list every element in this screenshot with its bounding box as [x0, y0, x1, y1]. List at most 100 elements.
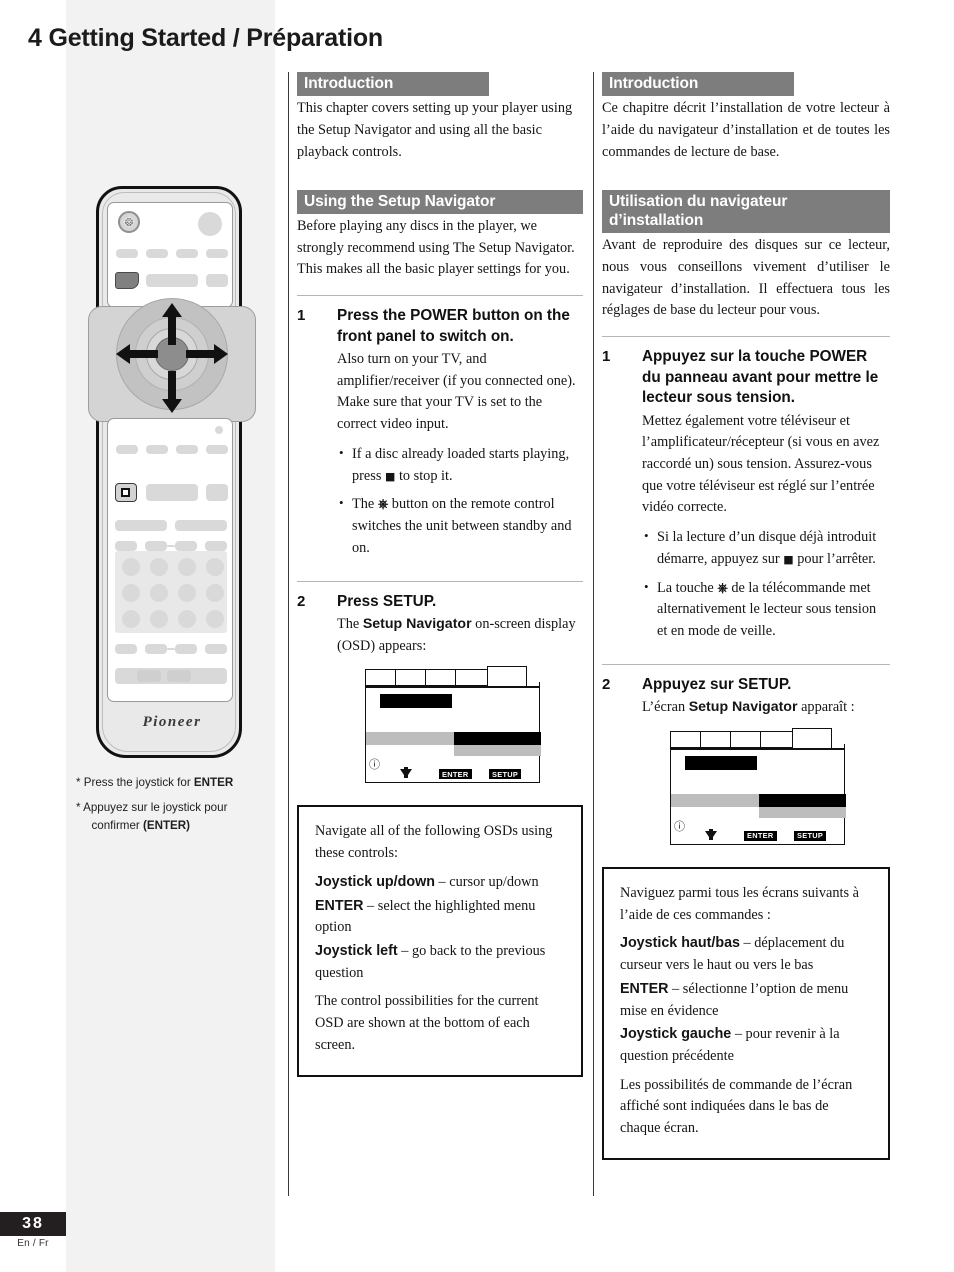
osd-setup-key: SETUP [794, 830, 827, 841]
remote-key [205, 644, 227, 654]
remote-number-key [178, 584, 196, 602]
remote-key [146, 445, 168, 454]
remote-key [145, 541, 167, 551]
remote-key-wide [115, 520, 167, 531]
pioneer-logo: Pioneer [142, 714, 202, 730]
setup-navigator-term: Setup Navigator [362, 615, 472, 632]
step-text: The Setup Navigator on-screen display (O… [337, 615, 576, 654]
info-box-item: ENTER – sélectionne l’option de menu mis… [620, 980, 849, 1019]
intro-text-fr: Ce chapitre décrit l’installation de vot… [602, 100, 890, 160]
osd-screenshot-en: ⓘ ENTER SETUP [365, 666, 543, 791]
step-title: Press the POWER button on the front pane… [337, 307, 570, 345]
remote-number-key [150, 610, 168, 628]
joystick-down-arrow-icon [162, 371, 182, 413]
remote-indicator-dot [215, 426, 223, 434]
remote-open-close-key [198, 212, 222, 236]
osd-tab [700, 731, 730, 748]
setup-text-fr: Avant de reproduire des disques sur ce l… [602, 237, 890, 319]
remote-number-key [178, 610, 196, 628]
step-bullets: If a disc already loaded starts playing,… [337, 443, 583, 560]
step-rule [297, 580, 583, 582]
step-text: Mettez également votre téléviseur et l’a… [642, 412, 880, 516]
remote-number-key [122, 610, 140, 628]
page-number: 38 [0, 1212, 66, 1236]
osd-row-selected [759, 794, 846, 807]
navigation-info-box-fr: Naviguez parmi tous les écrans suivants … [602, 867, 890, 1160]
joystick-left-arrow-icon [116, 344, 158, 364]
step-1-en: 1 Press the POWER button on the front pa… [297, 306, 583, 566]
remote-key-link [167, 545, 175, 547]
step-title: Appuyez sur la touche POWER du panneau a… [642, 348, 879, 407]
column-divider-left [288, 72, 289, 1196]
info-box-closing: The control possibilities for the curren… [315, 993, 539, 1053]
info-box-intro: Navigate all of the following OSDs using… [315, 823, 553, 862]
remote-key [176, 249, 198, 258]
power-standby-icon: ⎈ [717, 580, 728, 596]
remote-key [137, 670, 161, 682]
remote-number-key [206, 610, 224, 628]
osd-title-bar [685, 756, 757, 770]
osd-enter-key: ENTER [744, 830, 777, 841]
power-standby-icon: ⎈ [377, 497, 389, 513]
osd-screenshot-fr: ⓘ ENTER SETUP [670, 728, 848, 853]
step-rule [602, 663, 890, 665]
enter-label-fr: (ENTER) [143, 818, 191, 832]
info-box-item: ENTER – select the highlighted menu opti… [315, 897, 536, 936]
step-rule [297, 295, 583, 297]
step-number: 2 [602, 675, 611, 693]
remote-key [116, 249, 138, 258]
step-text: L’écran Setup Navigator apparaît : [642, 699, 855, 716]
remote-key [206, 249, 228, 258]
step-2-fr: 2 Appuyez sur SETUP. L’écran Setup Navig… [602, 675, 890, 719]
remote-key-wide [146, 274, 198, 287]
remote-play-key [146, 484, 198, 501]
intro-text-en: This chapter covers setting up your play… [297, 100, 573, 160]
info-box-item: Joystick left – go back to the previous … [315, 943, 546, 981]
remote-key [206, 274, 228, 287]
osd-cursor-icon [400, 767, 412, 779]
stop-square-icon: ■ [783, 552, 794, 566]
navigation-info-box-en: Navigate all of the following OSDs using… [297, 805, 583, 1077]
step-bullets: Si la lecture d’un disque déjà introduit… [642, 526, 890, 643]
remote-number-key [122, 558, 140, 576]
remote-number-key [150, 558, 168, 576]
osd-tab [425, 669, 455, 687]
osd-tab [670, 731, 700, 748]
page-title: 4 Getting Started / Préparation [28, 24, 383, 52]
osd-tab-active [792, 728, 832, 749]
info-term: ENTER [315, 897, 364, 914]
remote-key [206, 445, 228, 454]
joystick-up-arrow-icon [162, 303, 182, 345]
step-title: Appuyez sur SETUP. [642, 675, 792, 693]
osd-screen-body: ⓘ ENTER SETUP [365, 686, 541, 784]
remote-key [175, 541, 197, 551]
remote-number-key [206, 584, 224, 602]
remote-stop-button [115, 483, 137, 502]
osd-tab-active [487, 666, 527, 688]
bullet-item: Si la lecture d’un disque déjà introduit… [642, 526, 890, 570]
remote-key [176, 445, 198, 454]
bullet-item: La touche ⎈ de la télécommande met alter… [642, 577, 890, 643]
page-language-note: En / Fr [17, 1238, 49, 1249]
osd-enter-key: ENTER [439, 769, 472, 780]
remote-key [205, 541, 227, 551]
section-heading-introduction-fr: Introduction [602, 72, 795, 97]
osd-screen-body: ⓘ ENTER SETUP [670, 748, 846, 845]
step-2-en: 2 Press SETUP. The Setup Navigator on-sc… [297, 592, 583, 658]
stop-square-icon: ■ [384, 469, 396, 483]
bullet-item: If a disc already loaded starts playing,… [337, 443, 583, 487]
remote-key [115, 644, 137, 654]
info-box-item: Joystick haut/bas – déplacement du curse… [620, 935, 845, 974]
remote-caption-fr: * Appuyez sur le joystick pour confirmer… [76, 801, 228, 832]
remote-number-key [122, 584, 140, 602]
remote-eject-button [115, 272, 139, 289]
remote-control-illustration: ⎈ Pioneer [82, 186, 262, 764]
french-column: Introduction Ce chapitre décrit l’instal… [602, 72, 890, 1160]
info-term: Joystick left [315, 943, 398, 960]
info-term: Joystick gauche [620, 1026, 732, 1043]
info-box-closing: Les possibilités de commande de l’écran … [620, 1076, 853, 1137]
remote-key-link [167, 648, 175, 650]
osd-tab [395, 669, 425, 687]
bullet-item: The ⎈ button on the remote control switc… [337, 493, 583, 559]
column-divider-right [593, 72, 594, 1196]
